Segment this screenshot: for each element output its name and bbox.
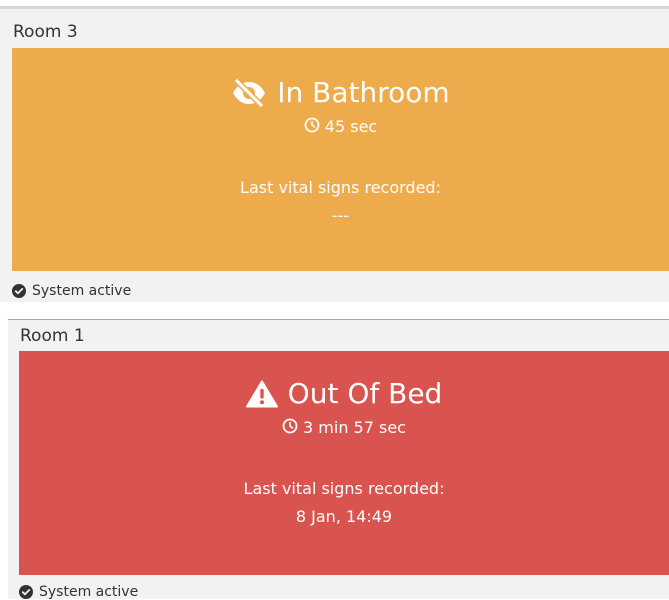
duration-text: 3 min 57 sec bbox=[303, 417, 406, 437]
system-status-text: System active bbox=[39, 584, 139, 600]
clock-icon bbox=[304, 117, 320, 136]
status-panel-warning[interactable]: In Bathroom 45 sec Last vital signs reco… bbox=[12, 48, 669, 271]
system-status: System active bbox=[19, 585, 138, 599]
vitals-label: Last vital signs recorded: bbox=[240, 178, 441, 197]
system-status: System active bbox=[12, 284, 131, 298]
status-panel-danger[interactable]: Out Of Bed 3 min 57 sec Last vital signs… bbox=[19, 351, 669, 575]
room-card-room-1[interactable]: Room 1 Out Of Bed 3 min 57 sec Last vita… bbox=[8, 319, 669, 599]
vitals-label: Last vital signs recorded: bbox=[243, 479, 445, 498]
status-line: Out Of Bed bbox=[19, 380, 669, 408]
status-text: In Bathroom bbox=[277, 76, 450, 109]
vitals-value: --- bbox=[331, 206, 350, 225]
duration-text: 45 sec bbox=[324, 116, 378, 136]
room-card-room-3[interactable]: Room 3 In Bathroom 45 sec Last vital sig… bbox=[0, 6, 669, 302]
status-text: Out Of Bed bbox=[287, 377, 443, 410]
room-title: Room 3 bbox=[13, 22, 78, 42]
eye-slash-icon bbox=[231, 79, 267, 107]
vitals-value: 8 Jan, 14:49 bbox=[295, 507, 393, 526]
check-circle-icon bbox=[12, 284, 26, 298]
room-title: Room 1 bbox=[20, 326, 85, 346]
status-line: In Bathroom bbox=[12, 79, 669, 107]
timer-line: 3 min 57 sec bbox=[19, 418, 669, 437]
system-status-text: System active bbox=[32, 283, 132, 299]
clock-icon bbox=[282, 418, 298, 437]
timer-line: 45 sec bbox=[12, 117, 669, 136]
warning-triangle-icon bbox=[245, 380, 278, 408]
check-circle-icon bbox=[19, 585, 33, 599]
